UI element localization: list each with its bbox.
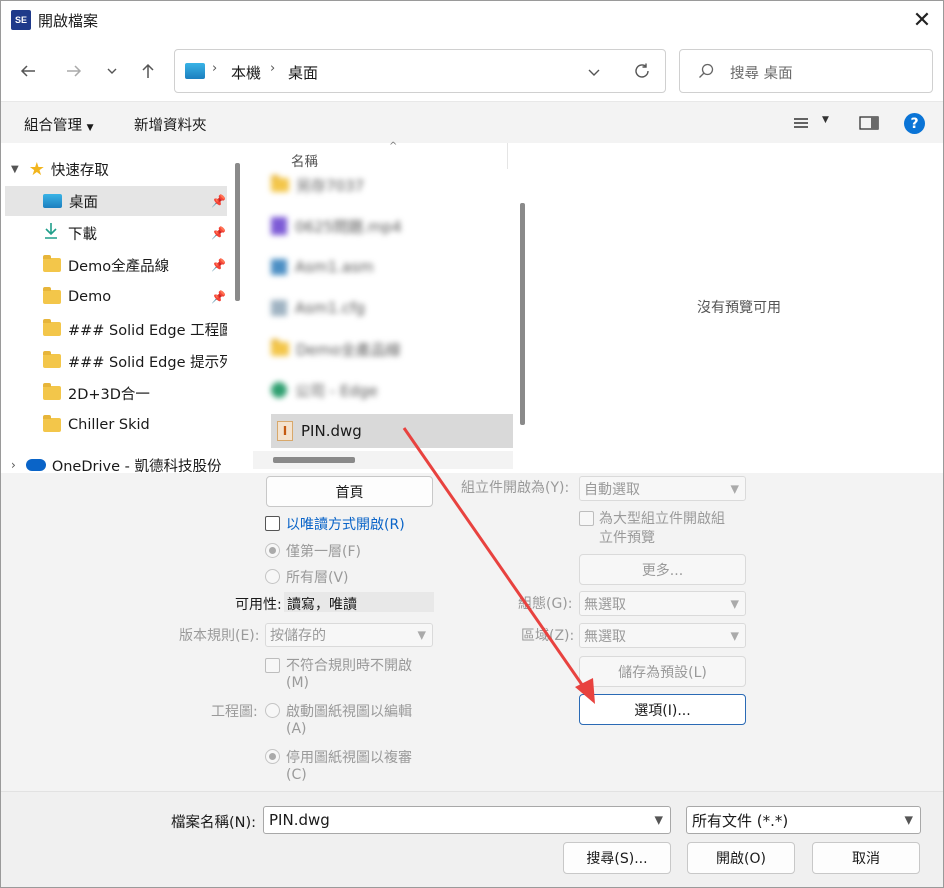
- open-file-dialog: SE 開啟檔案 ✕ › 本機 › 桌面 搜尋 桌面 組合管理 ▼ 新增資料夾 ▼…: [0, 0, 944, 888]
- annotation-arrow: [402, 427, 595, 704]
